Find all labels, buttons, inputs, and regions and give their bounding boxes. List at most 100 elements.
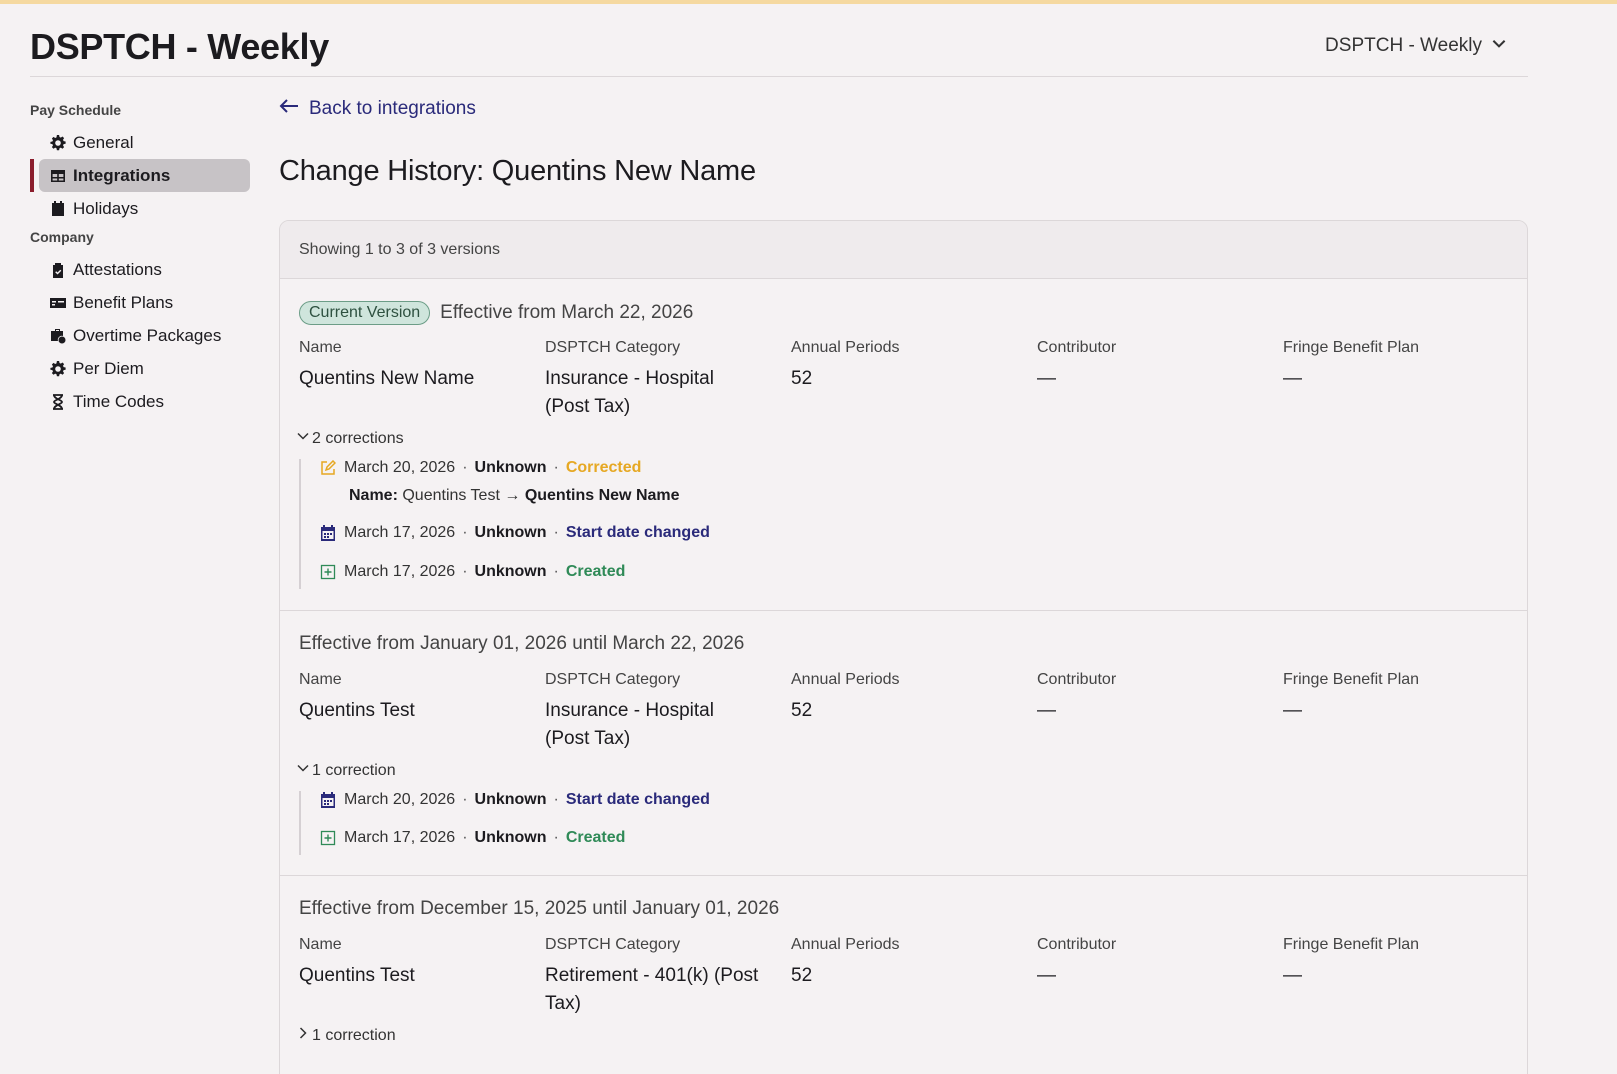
sidebar-item-benefit-plans[interactable]: Benefit Plans <box>39 286 250 319</box>
corrections-count: 1 correction <box>312 1026 396 1044</box>
field-label: Fringe Benefit Plan <box>1283 339 1420 356</box>
sidebar-item-label: Per Diem <box>73 358 144 378</box>
app-title: DSPTCH - Weekly <box>30 26 329 67</box>
field-value: 52 <box>791 368 813 389</box>
top-accent-bar <box>0 0 1617 4</box>
gear-icon <box>47 134 69 152</box>
field-label: Fringe Benefit Plan <box>1283 671 1420 688</box>
separator: · <box>553 829 559 846</box>
category-line-1: Retirement - 401(k) (Post <box>545 965 759 986</box>
gear-icon <box>47 360 69 378</box>
chevron-right-icon <box>296 1026 310 1045</box>
field-label: Annual Periods <box>791 671 900 688</box>
category-line-2: (Post Tax) <box>545 396 631 417</box>
separator: · <box>553 459 559 476</box>
field-label: DSPTCH Category <box>545 339 681 356</box>
correction-date: March 20, 2026 <box>344 791 456 808</box>
correction-author: Unknown <box>474 459 547 476</box>
sidebar-item-label: Attestations <box>73 259 162 279</box>
field-fringe-benefit-plan: Fringe Benefit Plan — <box>1283 671 1523 725</box>
separator: · <box>553 563 559 580</box>
diff-field: Name: <box>349 487 398 504</box>
separator: · <box>462 459 468 476</box>
corrections-toggle[interactable]: 1 correction <box>296 761 396 780</box>
sidebar-item-per-diem[interactable]: Per Diem <box>39 352 250 385</box>
field-value: Insurance - Hospital (Post Tax) <box>545 365 785 421</box>
correction-item: March 17, 2026 · Unknown · Created <box>320 563 625 581</box>
sidebar-item-overtime-packages[interactable]: Overtime Packages <box>39 319 250 352</box>
separator: · <box>462 829 468 846</box>
correction-status: Created <box>565 829 626 846</box>
field-value: — <box>1037 368 1056 389</box>
version-effective-line: Current Version Effective from March 22,… <box>299 301 693 325</box>
field-value: Quentins Test <box>299 700 415 721</box>
version-block: Effective from December 15, 2025 until J… <box>280 876 1527 1074</box>
sidebar-item-integrations[interactable]: Integrations <box>30 159 250 192</box>
field-value: Quentins New Name <box>299 368 475 389</box>
field-value: — <box>1283 368 1302 389</box>
field-value: Retirement - 401(k) (Post Tax) <box>545 962 785 1018</box>
corrections-list: March 20, 2026 · Unknown · Corrected Nam… <box>299 459 710 589</box>
separator: · <box>462 563 468 580</box>
field-label: Name <box>299 671 342 688</box>
correction-item: March 20, 2026 · Unknown · Corrected <box>320 459 641 477</box>
field-category: DSPTCH Category Insurance - Hospital (Pos… <box>545 671 785 753</box>
correction-author: Unknown <box>474 524 547 541</box>
correction-date: March 17, 2026 <box>344 524 456 541</box>
field-value: — <box>1283 700 1302 721</box>
category-line-1: Insurance - Hospital <box>545 368 714 389</box>
field-annual-periods: Annual Periods 52 <box>791 671 1031 725</box>
correction-item: March 17, 2026 · Unknown · Start date ch… <box>320 524 710 542</box>
correction-item: March 20, 2026 · Unknown · Start date ch… <box>320 791 710 809</box>
sidebar-item-time-codes[interactable]: Time Codes <box>39 385 250 418</box>
field-label: DSPTCH Category <box>545 936 681 953</box>
field-label: Annual Periods <box>791 936 900 953</box>
clipboard-check-icon <box>47 261 69 279</box>
hourglass-icon <box>47 393 69 411</box>
field-category: DSPTCH Category Retirement - 401(k) (Pos… <box>545 936 785 1018</box>
diff-arrow: → <box>504 487 521 504</box>
field-name: Name Quentins Test <box>299 671 539 725</box>
plus-square-icon <box>320 829 338 847</box>
diff-from: Quentins Test <box>402 487 500 504</box>
sidebar-item-label: Benefit Plans <box>73 292 174 312</box>
field-label: Contributor <box>1037 339 1117 356</box>
effective-range: Effective from March 22, 2026 <box>440 302 694 323</box>
correction-author: Unknown <box>474 791 547 808</box>
field-annual-periods: Annual Periods 52 <box>791 936 1031 990</box>
field-value: Quentins Test <box>299 965 415 986</box>
separator: · <box>553 791 559 808</box>
briefcase-clock-icon <box>47 327 69 345</box>
schedule-switcher[interactable]: DSPTCH - Weekly <box>1325 34 1508 58</box>
schedule-switcher-label: DSPTCH - Weekly <box>1325 35 1482 56</box>
correction-status: Created <box>565 563 626 580</box>
back-to-integrations-link[interactable]: Back to integrations <box>279 98 476 120</box>
diff-to: Quentins New Name <box>524 487 680 504</box>
version-effective-line: Effective from December 15, 2025 until J… <box>299 898 779 920</box>
field-value: — <box>1037 965 1056 986</box>
change-history-card: Showing 1 to 3 of 3 versions Current Ver… <box>279 220 1528 1074</box>
field-annual-periods: Annual Periods 52 <box>791 339 1031 393</box>
arrow-left-icon <box>279 98 299 120</box>
chevron-down-icon <box>1490 34 1508 58</box>
field-category: DSPTCH Category Insurance - Hospital (Pos… <box>545 339 785 421</box>
edit-icon <box>320 459 338 477</box>
page-header: DSPTCH - Weekly DSPTCH - Weekly <box>30 22 1528 77</box>
correction-date: March 17, 2026 <box>344 829 456 846</box>
field-value: Insurance - Hospital (Post Tax) <box>545 697 785 753</box>
corrections-toggle[interactable]: 2 corrections <box>296 429 404 448</box>
calendar-icon <box>320 524 338 542</box>
field-name: Name Quentins Test <box>299 936 539 990</box>
version-effective-line: Effective from January 01, 2026 until Ma… <box>299 633 744 655</box>
correction-status: Start date changed <box>565 524 710 541</box>
field-label: Fringe Benefit Plan <box>1283 936 1420 953</box>
field-value: 52 <box>791 965 813 986</box>
corrections-toggle[interactable]: 1 correction <box>296 1026 396 1045</box>
category-line-2: Tax) <box>545 993 581 1014</box>
sidebar-item-holidays[interactable]: Holidays <box>39 192 250 225</box>
sidebar-item-general[interactable]: General <box>39 126 250 159</box>
field-label: Annual Periods <box>791 339 900 356</box>
field-label: Contributor <box>1037 936 1117 953</box>
field-name: Name Quentins New Name <box>299 339 539 393</box>
sidebar-item-attestations[interactable]: Attestations <box>39 253 250 286</box>
